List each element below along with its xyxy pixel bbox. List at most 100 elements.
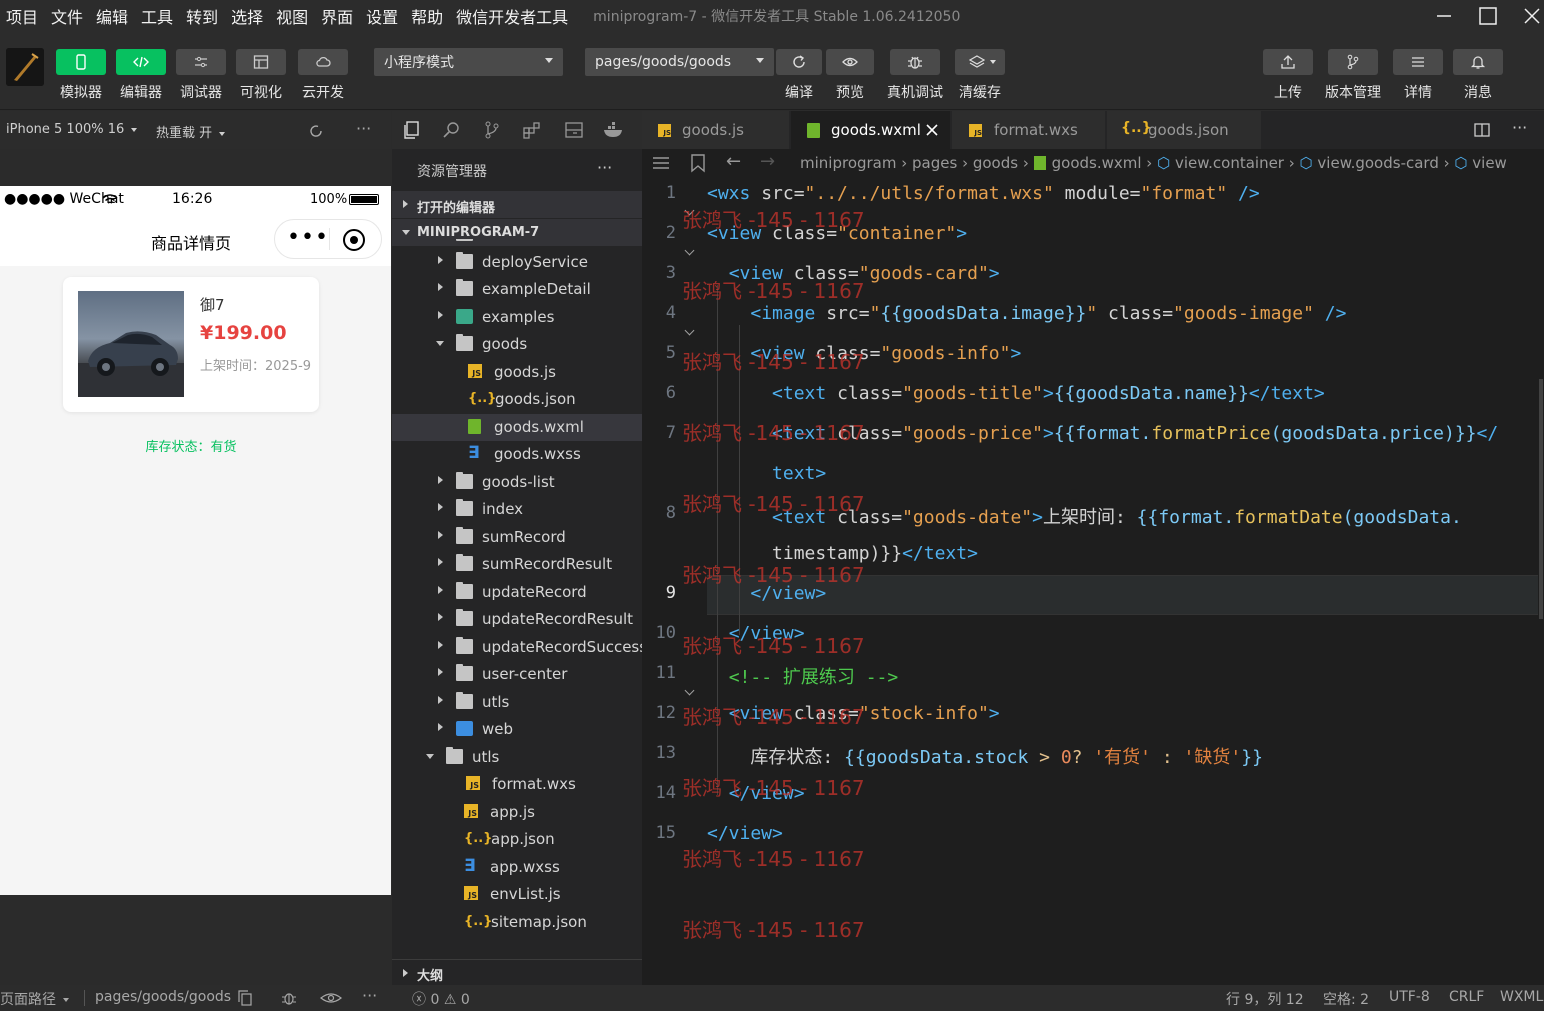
fold-chevron-icon[interactable] [684,325,695,336]
source-control-icon[interactable] [482,120,502,140]
breadcrumb-item[interactable]: goods [973,154,1018,172]
tree-item[interactable]: updateRecordSuccess [392,634,642,661]
list-icon[interactable] [652,155,670,171]
tree-item[interactable]: goods [392,331,642,358]
tree-item[interactable]: exampleDetail [392,276,642,303]
encoding[interactable]: UTF-8 [1389,989,1430,1005]
tree-item[interactable]: updateRecordResult [392,606,642,633]
clear-cache-button[interactable] [955,49,1005,75]
menu-goto[interactable]: 转到 [186,4,218,28]
close-miniprogram-icon[interactable] [343,229,365,251]
close-tab-icon[interactable] [925,123,939,137]
tree-item[interactable]: JS format.wxs [392,771,642,798]
goods-card[interactable]: 御7 ¥199.00 上架时间：2025-9 [63,277,319,412]
close-window-button[interactable] [1512,0,1544,32]
preview-button[interactable] [826,49,874,75]
tree-item[interactable]: goods-list [392,469,642,496]
language-mode[interactable]: WXML [1500,989,1543,1005]
menu-wechat-devtools[interactable]: 微信开发者工具 [456,4,568,28]
visual-toggle[interactable] [236,49,286,75]
menu-help[interactable]: 帮助 [411,4,443,28]
files-icon[interactable] [402,120,422,140]
messages-button[interactable] [1453,49,1503,75]
editor-scrollbar[interactable] [1538,179,1544,985]
tree-item[interactable]: utls [392,744,642,771]
breadcrumb-item[interactable]: view.goods-card [1317,154,1438,172]
hot-reload-select[interactable]: 热重载 开 [156,122,226,141]
tab-goods-wxml[interactable]: goods.wxml [791,111,951,149]
breadcrumb-item[interactable]: view.container [1175,154,1284,172]
tab-format-wxs[interactable]: JS format.wxs [952,111,1106,149]
tab-goods-json[interactable]: {..} goods.json [1107,111,1262,149]
tree-item[interactable]: cloudbaseModuleIn... [392,239,642,248]
details-button[interactable] [1393,49,1443,75]
explorer-more-button[interactable]: ··· [597,158,612,177]
device-select[interactable]: iPhone 5 100% 16 [6,122,138,137]
fold-chevron-icon[interactable] [684,685,695,696]
fold-chevron-icon[interactable] [684,245,695,256]
tree-item[interactable]: examples [392,304,642,331]
breadcrumb-item[interactable]: goods.wxml [1052,154,1142,172]
tree-item[interactable]: deployService [392,249,642,276]
editor-toggle[interactable] [116,49,166,75]
copy-icon[interactable] [238,990,252,1006]
mode-select[interactable]: 小程序模式 [374,48,563,76]
menu-settings[interactable]: 设置 [366,4,398,28]
remote-debug-button[interactable] [890,49,940,75]
menu-file[interactable]: 文件 [51,4,83,28]
tree-item[interactable]: sumRecordResult [392,551,642,578]
problems-indicator[interactable]: ⓧ 0 ⚠ 0 [412,989,470,1009]
avatar[interactable] [6,48,44,86]
tree-item[interactable]: web [392,716,642,743]
simulator-toggle[interactable] [56,49,106,75]
breadcrumb-item[interactable]: pages [912,154,957,172]
rotate-button[interactable] [306,121,326,145]
docker-icon[interactable] [602,120,626,140]
tree-item[interactable]: index [392,496,642,523]
page-path-select[interactable]: 页面路径 [0,989,70,1009]
maximize-button[interactable] [1468,0,1508,32]
tree-item[interactable]: {..} sitemap.json [392,909,642,936]
menu-edit[interactable]: 编辑 [96,4,128,28]
tree-item[interactable]: sumRecord [392,524,642,551]
scroll-thumb[interactable] [1539,379,1543,619]
menu-tools[interactable]: 工具 [141,4,173,28]
cursor-position[interactable]: 行 9，列 12 [1226,989,1304,1009]
tree-item[interactable]: utls [392,689,642,716]
back-arrow-icon[interactable]: ← [726,151,741,172]
indentation[interactable]: 空格: 2 [1323,989,1369,1009]
compile-button[interactable] [776,49,822,75]
breadcrumb-item[interactable]: miniprogram [800,154,896,172]
tree-item[interactable]: {..} goods.json [392,386,642,413]
upload-button[interactable] [1263,49,1313,75]
compile-page-select[interactable]: pages/goods/goods [585,48,774,76]
menu-select[interactable]: 选择 [231,4,263,28]
tree-item[interactable]: user-center [392,661,642,688]
tree-item[interactable]: {..} app.json [392,826,642,853]
more-dots-icon[interactable]: ••• [287,227,329,249]
minimize-button[interactable] [1424,0,1464,32]
menu-view[interactable]: 视图 [276,4,308,28]
debugger-toggle[interactable] [176,49,226,75]
tree-item[interactable]: ∃ app.wxss [392,854,642,881]
tree-item[interactable]: JS goods.js [392,359,642,386]
open-editors-section[interactable]: 打开的编辑器 [392,191,642,218]
editor-more-button[interactable]: ··· [1512,118,1527,137]
bookmark-icon[interactable] [690,153,706,173]
eye-icon[interactable] [320,990,342,1006]
more-button[interactable]: ··· [356,119,371,138]
cloud-toggle[interactable] [298,49,348,75]
storage-icon[interactable] [564,120,584,140]
breadcrumb-item[interactable]: view [1472,154,1507,172]
split-editor-icon[interactable] [1474,122,1490,138]
tab-goods-js[interactable]: JS goods.js [642,111,790,149]
line-ending[interactable]: CRLF [1449,989,1484,1005]
menu-project[interactable]: 项目 [6,4,38,28]
tree-item[interactable]: updateRecord [392,579,642,606]
forward-arrow-icon[interactable]: → [760,151,775,172]
extensions-icon[interactable] [522,120,542,140]
search-icon[interactable] [442,120,462,140]
version-button[interactable] [1328,49,1378,75]
bug-icon[interactable] [280,989,298,1007]
more-button[interactable]: ··· [362,986,377,1005]
